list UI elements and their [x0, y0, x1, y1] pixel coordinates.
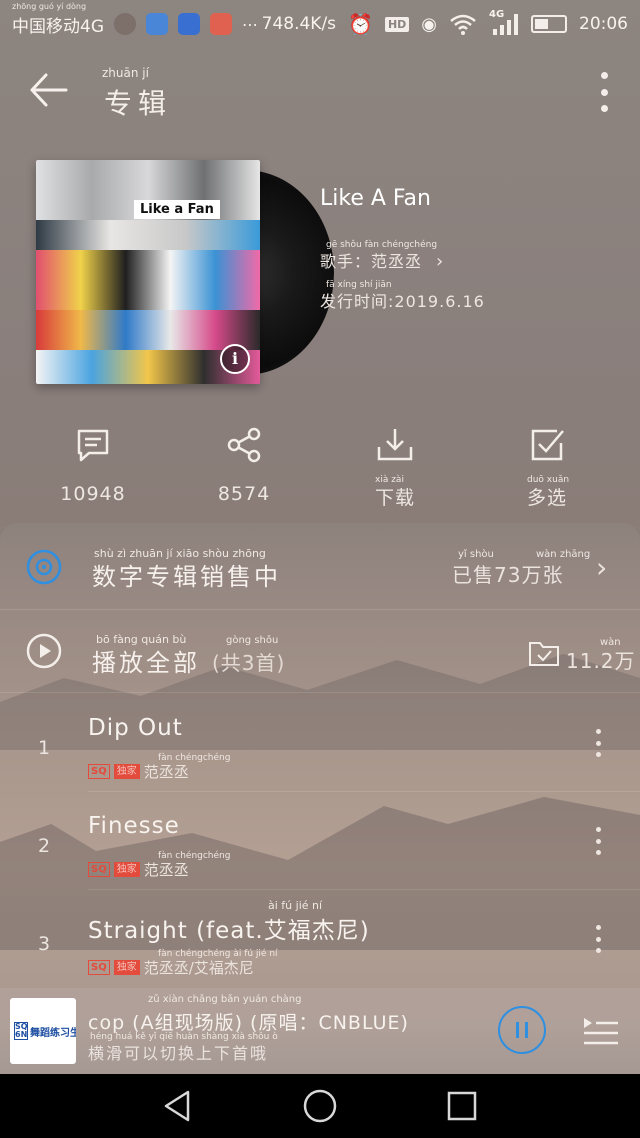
- status-bar: zhōng guó yí dòng 中国移动4G ⋯ 748.4K/s ⏰ HD…: [0, 0, 640, 48]
- exclusive-badge: 独家: [113, 960, 140, 975]
- nav-home-icon[interactable]: [302, 1088, 338, 1124]
- song-number: 1: [38, 737, 51, 759]
- song-number: 3: [38, 933, 51, 955]
- divider: [0, 609, 640, 610]
- album-cover[interactable]: Like a Fan i: [36, 160, 260, 384]
- song-artist: 范丞丞/艾福杰尼: [143, 959, 254, 977]
- chevron-right-icon: ›: [596, 551, 609, 584]
- song-row[interactable]: 1 Dip Out fàn chéngchéng SQ 独家 范丞丞: [0, 693, 640, 791]
- song-meta: SQ 独家 范丞丞: [88, 761, 189, 782]
- carrier-pinyin: zhōng guó yí dòng: [12, 1, 87, 11]
- comment-icon: [77, 429, 109, 462]
- alarm-icon: ⏰: [348, 12, 373, 36]
- battery-icon: [531, 15, 567, 33]
- signal-icon: 4G: [489, 9, 519, 37]
- song-meta: SQ 独家 范丞丞: [88, 859, 189, 880]
- download-label: 下载: [374, 487, 415, 509]
- disc-icon: [26, 549, 62, 585]
- album-meta: Like A Fan gē shǒu fàn chéngchéng 歌手：范丞丞…: [320, 186, 620, 311]
- download-pinyin: xià zài: [375, 475, 404, 485]
- share-count: 8574: [217, 483, 271, 505]
- app-notification-icon: [114, 13, 136, 35]
- now-playing-title: cop (A组现场版) (原唱：CNBLUE): [88, 1012, 409, 1034]
- exclusive-badge: 独家: [113, 764, 140, 779]
- sq-badge: SQ: [88, 862, 110, 877]
- song-more-icon[interactable]: [596, 925, 602, 953]
- swipe-hint: 横滑可以切换上下首哦: [88, 1044, 269, 1063]
- play-circle-icon: [26, 633, 62, 669]
- sq-badge: SQ: [88, 960, 110, 975]
- song-row[interactable]: 2 Finesse fàn chéngchéng SQ 独家 范丞丞: [0, 791, 640, 889]
- exclusive-badge: 独家: [113, 862, 140, 877]
- play-all-title: 播放全部: [92, 649, 200, 677]
- now-playing-thumbnail[interactable]: SQ 6N 舞蹈练习生: [10, 998, 76, 1064]
- multiselect-button[interactable]: duō xuǎn 多选: [487, 425, 607, 510]
- song-number: 2: [38, 835, 51, 857]
- play-all-row[interactable]: bō fàng quán bù 播放全部 gòng shǒu (共3首) wàn…: [0, 611, 640, 691]
- song-artist: 范丞丞: [143, 763, 189, 781]
- album-name: Like A Fan: [320, 186, 431, 211]
- artist-link[interactable]: 歌手：范丞丞 ›: [320, 248, 444, 272]
- song-more-icon[interactable]: [596, 729, 602, 757]
- nav-recents-icon[interactable]: [444, 1088, 480, 1124]
- action-row: 10948 8574 xià zài 下载 duō xuǎn 多选: [0, 425, 640, 515]
- digital-sale-title: 数字专辑销售中: [92, 563, 281, 591]
- comment-button[interactable]: 10948: [33, 425, 153, 505]
- nav-back-icon[interactable]: [160, 1088, 196, 1124]
- album-art: Like a Fan i: [36, 160, 334, 385]
- location-app-icon: [146, 13, 168, 35]
- song-meta: SQ 独家 范丞丞/艾福杰尼: [88, 957, 254, 978]
- song-title: Dip Out: [88, 715, 183, 741]
- song-more-icon[interactable]: [596, 827, 602, 855]
- share-button[interactable]: 8574: [184, 425, 304, 505]
- playlist-icon[interactable]: [580, 1014, 620, 1048]
- release-date: 发行时间:2019.6.16: [320, 292, 485, 311]
- header: zhuān jí 专辑: [0, 56, 640, 126]
- multiselect-label: 多选: [526, 487, 567, 509]
- download-button[interactable]: xià zài 下载: [335, 425, 455, 510]
- download-icon: [377, 429, 413, 461]
- multiselect-pinyin: duō xuǎn: [527, 475, 570, 485]
- more-options-icon[interactable]: [598, 72, 610, 112]
- title-pinyin: zhuān jí: [102, 66, 149, 80]
- song-row[interactable]: 3 ài fú jié ní Straight (feat.艾福杰尼) fàn …: [0, 889, 640, 987]
- checkbox-icon: [531, 429, 564, 461]
- carrier-label: 中国移动4G: [12, 16, 104, 37]
- page-title: 专辑: [104, 87, 173, 120]
- thumbnail-logo: SQ 6N: [14, 1022, 28, 1040]
- system-nav-bar: [0, 1074, 640, 1138]
- digital-sale-row[interactable]: shù zì zhuān jí xiāo shòu zhōng 数字专辑销售中 …: [0, 523, 640, 609]
- comment-count: 10948: [60, 483, 126, 505]
- favorites-count: 11.2万: [566, 649, 636, 673]
- thumbnail-text: 舞蹈练习生: [30, 1028, 76, 1039]
- back-arrow-icon[interactable]: [26, 70, 72, 110]
- shield-app-icon: [178, 13, 200, 35]
- pause-icon[interactable]: [498, 1006, 546, 1054]
- song-title: Finesse: [88, 813, 180, 839]
- hd-badge: HD: [384, 16, 410, 32]
- mail-app-icon: [210, 13, 232, 35]
- eye-comfort-icon: ◉: [421, 13, 437, 35]
- network-speed: 748.4K/s: [261, 14, 337, 34]
- sq-badge: SQ: [88, 764, 110, 779]
- song-list-panel: shù zì zhuān jí xiāo shòu zhōng 数字专辑销售中 …: [0, 523, 640, 988]
- song-artist: 范丞丞: [143, 861, 189, 879]
- now-playing-pinyin: zǔ xiàn chǎng bǎn yuán chàng: [148, 994, 302, 1005]
- collect-folder-icon[interactable]: [528, 639, 560, 667]
- share-icon: [227, 427, 261, 463]
- song-count: (共3首): [212, 651, 286, 675]
- cover-title: Like a Fan: [134, 200, 220, 219]
- song-title: Straight (feat.艾福杰尼): [88, 918, 370, 944]
- mini-player[interactable]: SQ 6N 舞蹈练习生 zǔ xiàn chǎng bǎn yuán chàng…: [0, 988, 640, 1074]
- wifi-icon: [450, 14, 476, 35]
- song-count-pinyin: gòng shǒu: [226, 635, 279, 646]
- clock: 20:06: [579, 14, 628, 34]
- sold-count: 已售73万张: [452, 563, 564, 587]
- more-notifications-icon: ⋯: [242, 14, 258, 34]
- info-icon[interactable]: i: [220, 344, 250, 374]
- chevron-right-icon: ›: [436, 251, 445, 272]
